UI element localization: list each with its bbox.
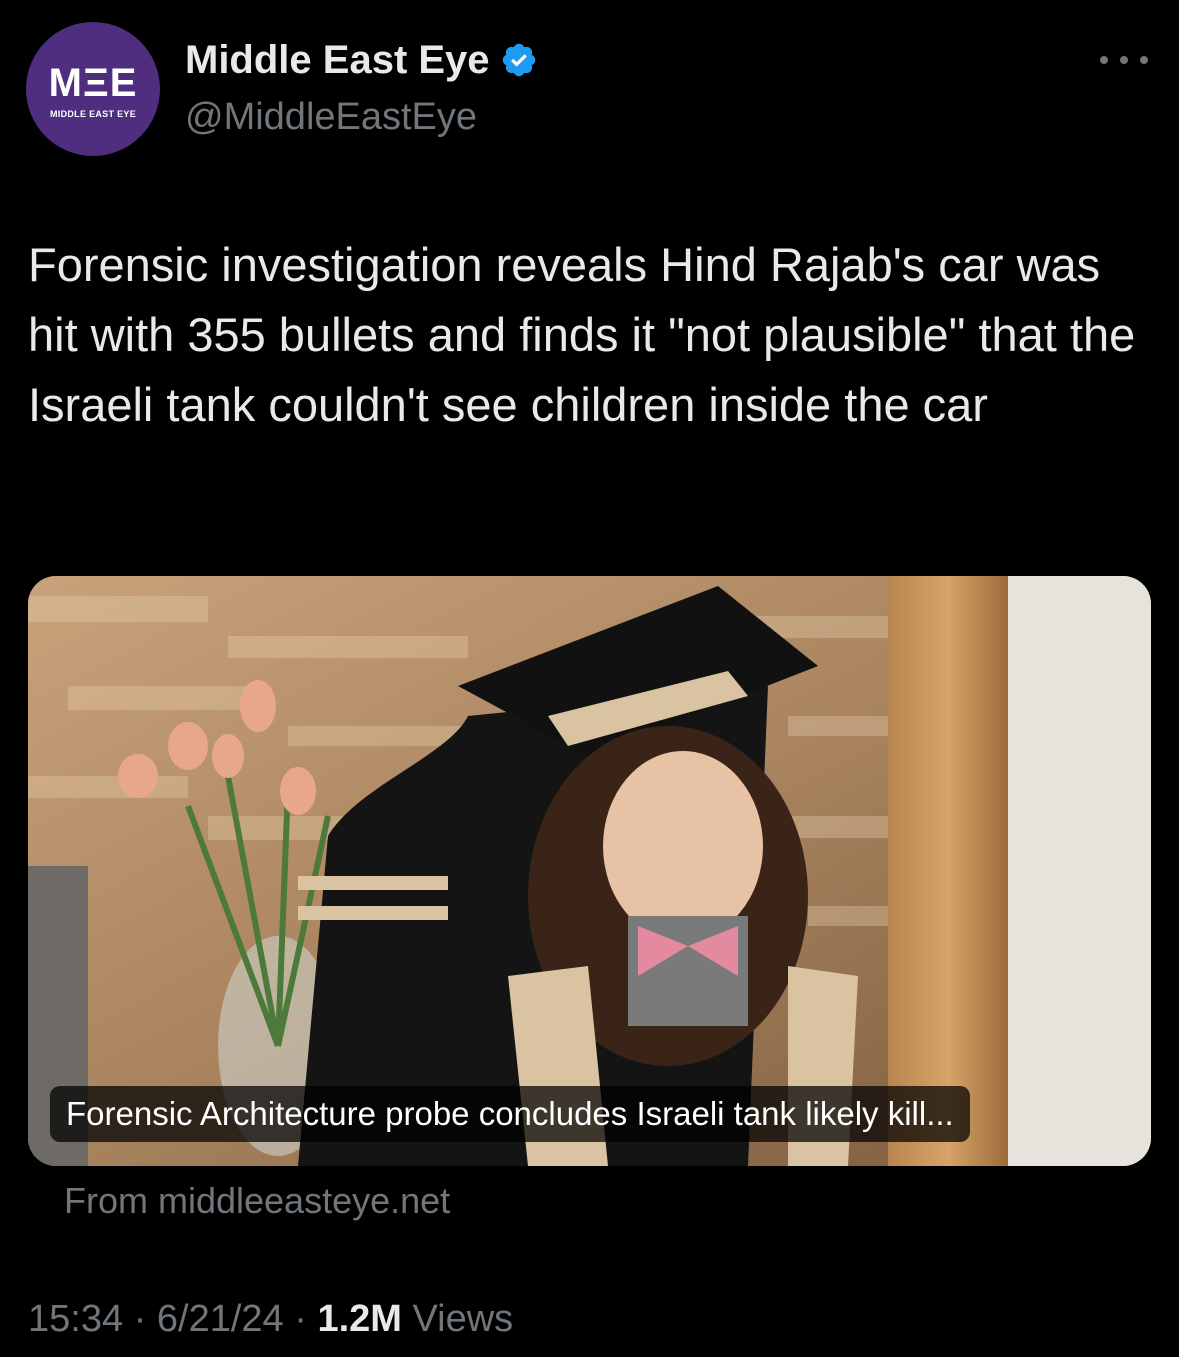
meta-separator: · <box>283 1298 318 1340</box>
tweet-time[interactable]: 15:34 <box>28 1298 123 1340</box>
link-preview-card[interactable]: Forensic Architecture probe concludes Is… <box>28 576 1151 1166</box>
author-handle[interactable]: @MiddleEastEye <box>185 96 477 139</box>
views-label: Views <box>401 1298 514 1340</box>
card-image <box>28 576 1151 1166</box>
tweet-text: Forensic investigation reveals Hind Raja… <box>28 238 1136 431</box>
tweet-meta-row: 15:34 · 6/21/24 · 1.2M Views <box>28 1298 513 1341</box>
tweet-date[interactable]: 6/21/24 <box>157 1298 284 1340</box>
more-options-icon[interactable] <box>1100 48 1148 72</box>
avatar[interactable]: MΞE MIDDLE EAST EYE <box>26 22 160 156</box>
meta-separator: · <box>123 1298 157 1340</box>
avatar-logo-mark: MΞE <box>48 61 138 105</box>
author-display-name[interactable]: Middle East Eye <box>185 38 490 82</box>
author-name-row: Middle East Eye <box>185 38 538 82</box>
verified-badge-icon <box>500 41 538 79</box>
views-count[interactable]: 1.2M <box>317 1298 401 1340</box>
link-card-caption: Forensic Architecture probe concludes Is… <box>50 1086 970 1142</box>
avatar-logo-text: MIDDLE EAST EYE <box>49 109 136 119</box>
link-card-source[interactable]: From middleeasteye.net <box>64 1180 450 1222</box>
